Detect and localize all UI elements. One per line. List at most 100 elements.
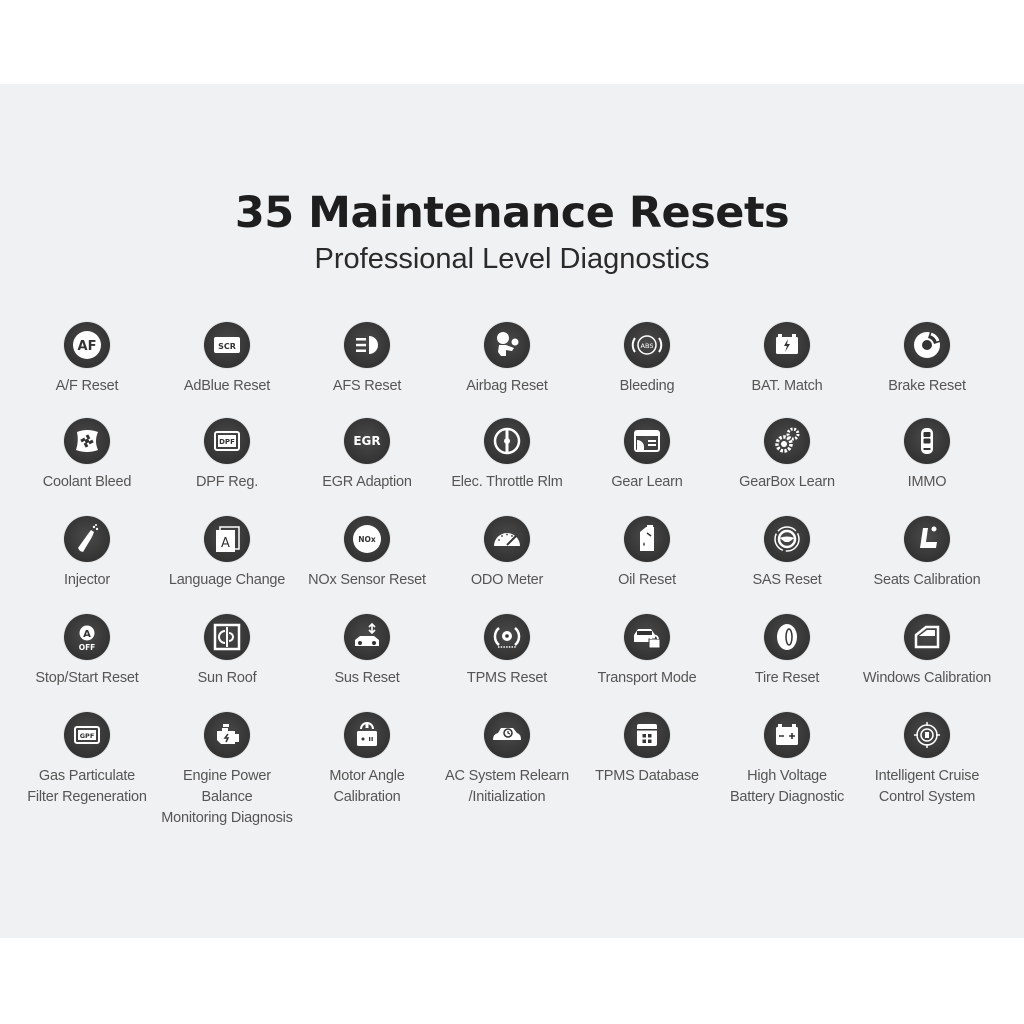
function-item: Injector [17, 516, 157, 591]
function-label: BAT. Match [751, 378, 823, 394]
function-item: Sus Reset [297, 614, 437, 689]
brake-disc-icon [904, 322, 950, 368]
svg-text:ABS: ABS [641, 342, 654, 350]
egr-icon: EGR [344, 418, 390, 464]
database-icon [624, 712, 670, 758]
function-label: High Voltage Battery Diagnostic [729, 768, 845, 805]
function-item: Oil Reset [577, 516, 717, 591]
function-label: Coolant Bleed [42, 474, 132, 490]
function-item: EGR EGR Adaption [297, 418, 437, 493]
function-label: Airbag Reset [466, 378, 548, 394]
injector-icon [64, 516, 110, 562]
function-item: SCR AdBlue Reset [157, 322, 297, 397]
database-icon-glyph [637, 724, 657, 746]
function-item: AF A/F Reset [17, 322, 157, 397]
svg-text:EGR: EGR [353, 434, 380, 448]
function-item: TPMS Database [577, 712, 717, 787]
cruise-radar-icon-glyph [914, 722, 940, 748]
language-icon-glyph: A [216, 526, 240, 552]
seat-icon [904, 516, 950, 562]
stop-start-icon-glyph: A OFF [79, 625, 96, 652]
af-icon: AF [64, 322, 110, 368]
function-label: Transport Mode [597, 670, 697, 686]
function-item: BAT. Match [717, 322, 857, 397]
function-item: Engine Power Balance Monitoring Diagnosi… [157, 712, 297, 829]
function-label: Motor Angle Calibration [329, 768, 405, 805]
brake-disc-icon-glyph [914, 332, 940, 358]
sunroof-icon-glyph [213, 623, 241, 651]
tire-icon-glyph [777, 624, 797, 650]
function-item: Sun Roof [157, 614, 297, 689]
function-label: Bleeding [619, 378, 675, 394]
gpf-icon-glyph: GPF [74, 726, 100, 744]
function-item: SAS Reset [717, 516, 857, 591]
svg-text:AF: AF [78, 339, 97, 354]
function-label: SAS Reset [752, 572, 822, 588]
svg-text:DPF: DPF [219, 438, 235, 446]
function-label: Brake Reset [888, 378, 966, 394]
sunroof-icon [204, 614, 250, 660]
function-item: Tire Reset [717, 614, 857, 689]
function-label: AdBlue Reset [183, 378, 271, 394]
odometer-icon-glyph [494, 533, 520, 546]
function-item: NOx NOx Sensor Reset [297, 516, 437, 591]
function-item: TPMS Reset [437, 614, 577, 689]
function-label: Windows Calibration [862, 670, 992, 686]
tpms-icon-glyph [493, 627, 521, 648]
function-label: DPF Reg. [195, 474, 259, 490]
function-label: Gas Particulate Filter Regeneration [27, 768, 147, 805]
svg-text:GPF: GPF [80, 732, 95, 740]
function-label: A/F Reset [55, 378, 119, 394]
egr-icon-glyph: EGR [353, 434, 380, 448]
function-label: AFS Reset [332, 378, 402, 394]
function-item: High Voltage Battery Diagnostic [717, 712, 857, 808]
dpf-icon: DPF [204, 418, 250, 464]
coolant-fan-icon-glyph [76, 430, 98, 452]
airbag-icon [484, 322, 530, 368]
suspension-icon [344, 614, 390, 660]
throttle-icon [484, 418, 530, 464]
function-label: NOx Sensor Reset [308, 572, 426, 588]
function-label: Intelligent Cruise Control System [874, 768, 980, 805]
page-subtitle: Professional Level Diagnostics [314, 243, 710, 275]
function-label: Tire Reset [754, 670, 820, 686]
gear-learn-icon-glyph [634, 430, 660, 452]
dpf-icon-glyph: DPF [214, 431, 240, 451]
function-label: GearBox Learn [739, 474, 835, 490]
function-label: Language Change [168, 572, 286, 588]
function-item: A Language Change [157, 516, 297, 591]
function-item: Elec. Throttle Rlm [437, 418, 577, 493]
function-item: GearBox Learn [717, 418, 857, 493]
function-label: Oil Reset [618, 572, 676, 588]
function-item: IMMO [857, 418, 997, 493]
injector-icon-glyph [78, 524, 99, 552]
svg-text:A: A [221, 536, 230, 551]
coolant-fan-icon [64, 418, 110, 464]
oil-can-icon [624, 516, 670, 562]
function-item: Seats Calibration [857, 516, 997, 591]
function-item: Motor Angle Calibration [297, 712, 437, 808]
svg-text:OFF: OFF [79, 643, 96, 652]
function-item: Airbag Reset [437, 322, 577, 397]
svg-text:SCR: SCR [218, 342, 236, 351]
steering-wheel-icon [764, 516, 810, 562]
function-label: AC System Relearn /Initialization [445, 768, 569, 805]
function-item: Transport Mode [577, 614, 717, 689]
motor-icon-glyph [357, 722, 377, 746]
gears-icon-glyph [775, 427, 800, 453]
function-label: TPMS Database [595, 768, 699, 784]
function-label: IMMO [907, 474, 947, 490]
battery-icon-glyph [776, 334, 798, 354]
nox-icon: NOx [344, 516, 390, 562]
abs-icon-glyph: ABS [631, 335, 663, 355]
function-item: Coolant Bleed [17, 418, 157, 493]
tire-icon [764, 614, 810, 660]
ac-car-icon [484, 712, 530, 758]
gear-learn-icon [624, 418, 670, 464]
af-icon-glyph: AF [73, 331, 101, 359]
function-label: Stop/Start Reset [35, 670, 139, 686]
motor-icon [344, 712, 390, 758]
throttle-icon-glyph [493, 427, 521, 455]
function-label: Elec. Throttle Rlm [451, 474, 563, 490]
function-item: A OFF Stop/Start Reset [17, 614, 157, 689]
